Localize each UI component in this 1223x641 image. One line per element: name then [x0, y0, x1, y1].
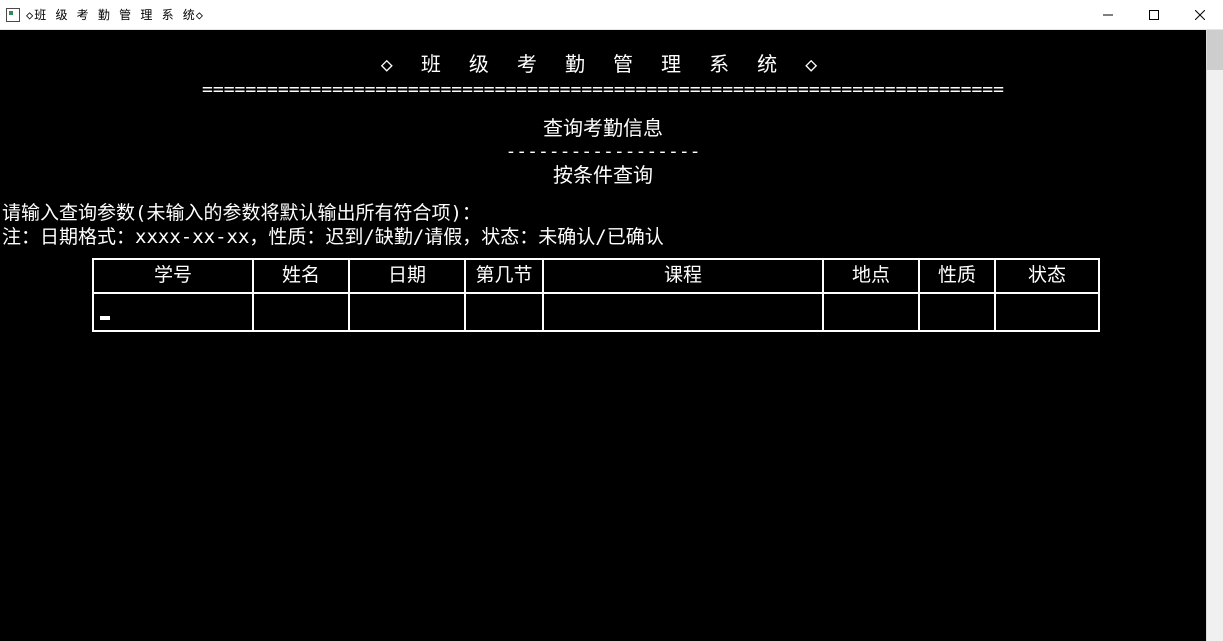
header-date: 日期: [349, 259, 465, 293]
input-name[interactable]: [253, 293, 349, 331]
maximize-button[interactable]: [1131, 0, 1177, 29]
header-name: 姓名: [253, 259, 349, 293]
input-period[interactable]: [465, 293, 543, 331]
input-nature[interactable]: [919, 293, 995, 331]
input-status[interactable]: [995, 293, 1099, 331]
header-id: 学号: [93, 259, 253, 293]
titlebar-left: ◇班 级 考 勤 管 理 系 统◇: [0, 6, 204, 23]
minimize-button[interactable]: [1085, 0, 1131, 29]
window-title: ◇班 级 考 勤 管 理 系 统◇: [26, 6, 204, 23]
input-course[interactable]: [543, 293, 823, 331]
table-header-row: 学号 姓名 日期 第几节 课程 地点 性质 状态: [93, 259, 1099, 293]
window-titlebar: ◇班 级 考 勤 管 理 系 统◇: [0, 0, 1223, 30]
window-controls: [1085, 0, 1223, 29]
header-nature: 性质: [919, 259, 995, 293]
banner: ◇ 班 级 考 勤 管 理 系 统 ◇ ====================…: [0, 52, 1206, 102]
input-date[interactable]: [349, 293, 465, 331]
banner-title: ◇ 班 级 考 勤 管 理 系 统 ◇: [0, 52, 1206, 77]
console-output: ◇ 班 级 考 勤 管 理 系 统 ◇ ====================…: [0, 30, 1206, 641]
banner-divider: ========================================…: [0, 79, 1206, 102]
input-id[interactable]: [93, 293, 253, 331]
vertical-scrollbar[interactable]: [1206, 30, 1223, 641]
minimize-icon: [1103, 10, 1113, 20]
prompt-line-2: 注：日期格式：xxxx-xx-xx，性质：迟到/缺勤/请假，状态：未确认/已确认: [0, 226, 1206, 250]
header-status: 状态: [995, 259, 1099, 293]
header-period: 第几节: [465, 259, 543, 293]
header-place: 地点: [823, 259, 919, 293]
input-place[interactable]: [823, 293, 919, 331]
maximize-icon: [1149, 10, 1159, 20]
close-button[interactable]: [1177, 0, 1223, 29]
prompt-line-1: 请输入查询参数(未输入的参数将默认输出所有符合项)：: [0, 202, 1206, 226]
section-subtitle: 按条件查询: [0, 163, 1206, 188]
close-icon: [1195, 10, 1205, 20]
app-icon: [6, 8, 20, 22]
section-title: 查询考勤信息: [0, 116, 1206, 141]
text-cursor: [100, 316, 110, 320]
query-table: 学号 姓名 日期 第几节 课程 地点 性质 状态: [92, 258, 1100, 332]
console-frame: ◇ 班 级 考 勤 管 理 系 统 ◇ ====================…: [0, 30, 1223, 641]
table-input-row: [93, 293, 1099, 331]
scrollbar-thumb[interactable]: [1207, 30, 1223, 70]
section-divider: ------------------: [0, 141, 1206, 164]
header-course: 课程: [543, 259, 823, 293]
